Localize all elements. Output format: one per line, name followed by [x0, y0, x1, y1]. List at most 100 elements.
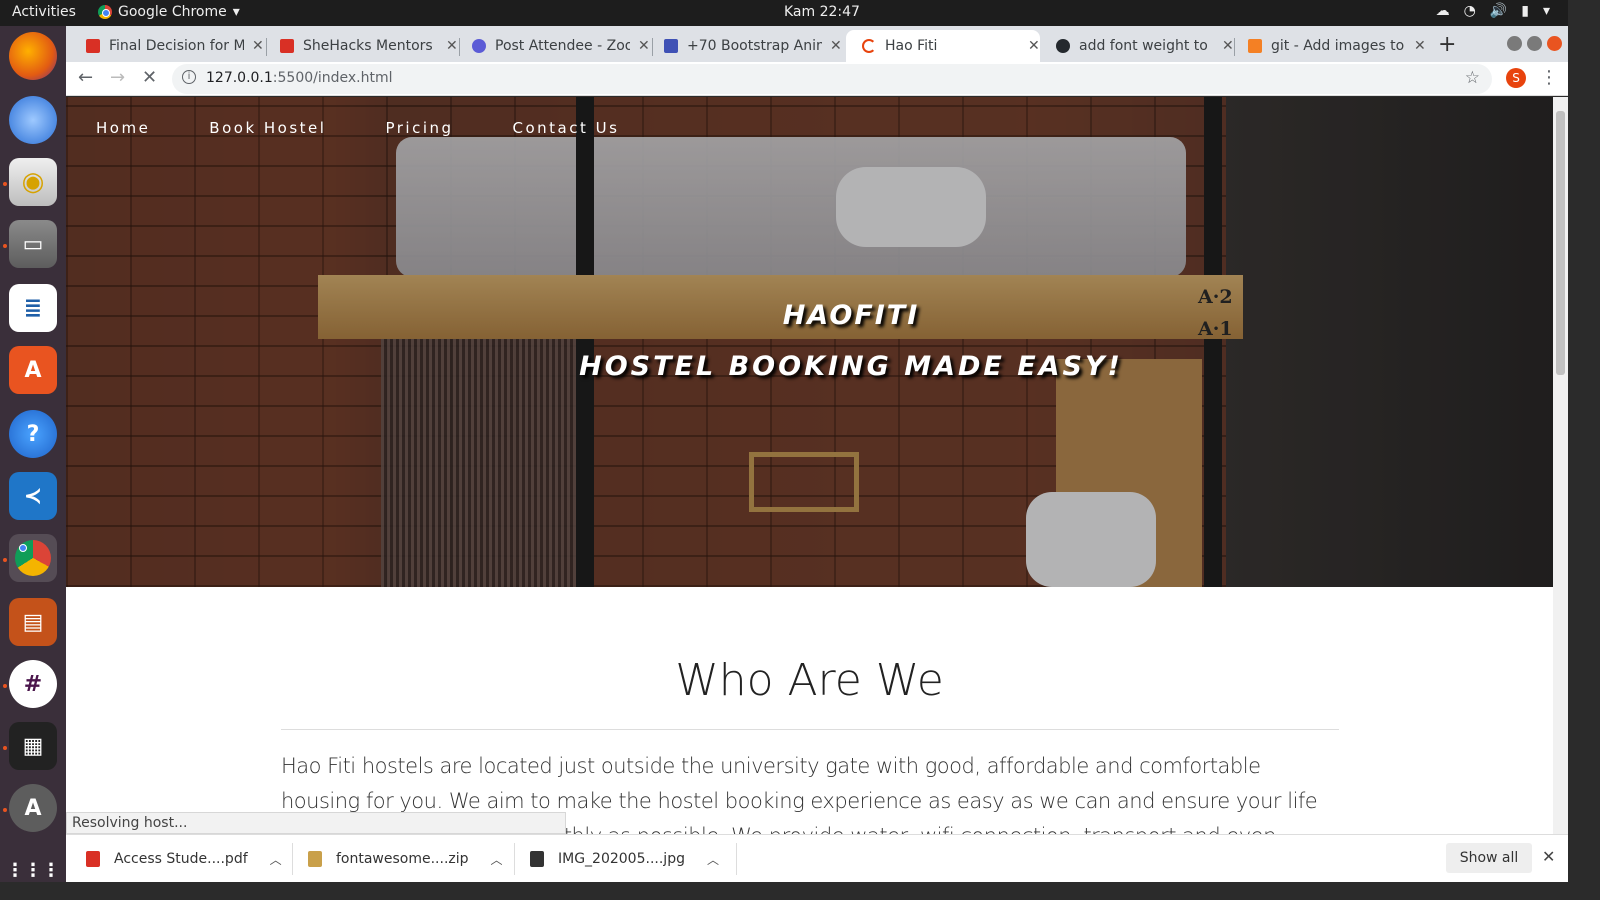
- tab-github-font-weight[interactable]: add font weight to ✕: [1040, 30, 1234, 62]
- image-file-icon: [530, 851, 544, 867]
- tab-gmail-final-decision[interactable]: Final Decision for M ✕: [70, 30, 264, 62]
- downloads-bar: Access Stude....pdf ︿ fontawesome....zip…: [66, 834, 1568, 882]
- firefox-icon[interactable]: [9, 32, 57, 80]
- zoom-icon: [472, 39, 486, 53]
- system-tray[interactable]: ☁ ◔ 🔊 ▮ ▾: [1436, 3, 1550, 19]
- ubuntu-software-icon[interactable]: A: [9, 346, 57, 394]
- scrollbar-thumb[interactable]: [1556, 111, 1565, 375]
- hero-title: HAOFITI: [782, 300, 920, 331]
- download-separator: [292, 843, 293, 875]
- maximize-button[interactable]: [1527, 36, 1542, 51]
- section-divider: [281, 729, 1339, 730]
- download-label: Access Stude....pdf: [114, 851, 248, 867]
- running-indicator: [3, 808, 7, 812]
- address-bar[interactable]: i 127.0.0.1:5500/index.html ☆: [172, 64, 1492, 94]
- gmail-icon: [280, 39, 294, 53]
- chrome-dock-icon[interactable]: [9, 534, 57, 582]
- nav-home[interactable]: Home: [96, 119, 150, 137]
- close-window-button[interactable]: [1547, 36, 1562, 51]
- browser-menu-icon[interactable]: ⋮: [1540, 67, 1558, 88]
- download-separator: [514, 843, 515, 875]
- stackoverflow-icon: [1248, 39, 1262, 53]
- back-button[interactable]: ←: [78, 67, 93, 88]
- nav-book-hostel[interactable]: Book Hostel: [209, 119, 326, 137]
- app-menu-label: Google Chrome: [118, 4, 227, 20]
- section-title: Who Are We: [675, 655, 944, 706]
- url-path: :5500/index.html: [272, 70, 393, 86]
- profile-avatar[interactable]: S: [1506, 68, 1526, 88]
- bookmark-star-icon[interactable]: ☆: [1465, 68, 1480, 88]
- tab-bootstrap-animations[interactable]: +70 Bootstrap Anim ✕: [648, 30, 842, 62]
- loading-icon: [862, 39, 876, 53]
- nav-contact-us[interactable]: Contact Us: [513, 119, 620, 137]
- url-host: 127.0.0.1: [206, 70, 273, 86]
- close-icon[interactable]: ✕: [252, 38, 264, 54]
- tab-zoom-post-attendee[interactable]: Post Attendee - Zoo ✕: [456, 30, 650, 62]
- libreoffice-impress-icon[interactable]: ▤: [9, 598, 57, 646]
- window-controls: [1507, 36, 1562, 51]
- download-item-jpg[interactable]: IMG_202005....jpg ︿: [530, 835, 719, 883]
- vscode-icon[interactable]: ≺: [9, 472, 57, 520]
- clapper-icon[interactable]: ▦: [9, 722, 57, 770]
- software-updater-icon[interactable]: A: [9, 784, 57, 832]
- chrome-icon: [98, 5, 112, 19]
- hero-overlay: [66, 97, 1553, 587]
- wifi-icon[interactable]: ◔: [1464, 3, 1476, 19]
- site-info-icon[interactable]: i: [182, 70, 196, 84]
- thunderbird-icon[interactable]: [9, 96, 57, 144]
- download-item-pdf[interactable]: Access Stude....pdf ︿: [86, 835, 282, 883]
- forward-button[interactable]: →: [110, 67, 125, 88]
- activities-button[interactable]: Activities: [12, 4, 76, 20]
- download-item-zip[interactable]: fontawesome....zip ︿: [308, 835, 503, 883]
- rhythmbox-icon[interactable]: ◉: [9, 158, 57, 206]
- weather-icon[interactable]: ☁: [1436, 3, 1450, 19]
- chevron-down-icon: ▾: [232, 4, 240, 20]
- show-all-button[interactable]: Show all: [1446, 843, 1532, 873]
- nav-pricing[interactable]: Pricing: [385, 119, 453, 137]
- chevron-down-icon[interactable]: ▾: [1543, 3, 1550, 19]
- running-indicator: [3, 684, 7, 688]
- running-indicator: [3, 244, 7, 248]
- download-separator: [736, 843, 737, 875]
- close-icon[interactable]: ✕: [1542, 847, 1555, 866]
- volume-icon[interactable]: 🔊: [1490, 3, 1507, 19]
- show-apps-icon[interactable]: ⋮⋮⋮: [6, 846, 60, 894]
- slack-icon[interactable]: #: [9, 660, 57, 708]
- libreoffice-writer-icon[interactable]: ≣: [9, 284, 57, 332]
- close-icon[interactable]: ✕: [1414, 38, 1426, 54]
- mdb-icon: [664, 39, 678, 53]
- clock[interactable]: Kam 22:47: [784, 4, 860, 20]
- battery-icon[interactable]: ▮: [1521, 3, 1529, 19]
- hero-banner: A·2 A·1 Home Book Hostel Pricing Contact…: [66, 97, 1553, 587]
- chevron-up-icon[interactable]: ︿: [491, 851, 503, 868]
- download-label: IMG_202005....jpg: [558, 851, 685, 867]
- running-indicator: [3, 182, 7, 186]
- help-icon[interactable]: ?: [9, 410, 57, 458]
- new-tab-button[interactable]: +: [1438, 32, 1456, 57]
- page-scrollbar[interactable]: [1553, 97, 1568, 834]
- hero-subtitle: HOSTEL BOOKING MADE EASY!: [579, 351, 1123, 382]
- system-top-bar: Activities Google Chrome ▾ Kam 22:47 ☁ ◔…: [0, 0, 1568, 26]
- running-indicator: [3, 558, 7, 562]
- close-icon[interactable]: ✕: [830, 38, 842, 54]
- zip-file-icon: [308, 851, 322, 867]
- github-icon: [1056, 39, 1070, 53]
- download-label: fontawesome....zip: [336, 851, 469, 867]
- browser-toolbar: ← → ✕ i 127.0.0.1:5500/index.html ☆ S ⋮: [66, 62, 1568, 96]
- close-icon[interactable]: ✕: [1028, 38, 1040, 54]
- tab-hao-fiti[interactable]: Hao Fiti ✕: [846, 30, 1040, 62]
- stop-loading-button[interactable]: ✕: [142, 67, 157, 88]
- running-indicator: [3, 746, 7, 750]
- dock: ◉ ▭ ≣ A ? ≺ ▤ # ▦ A ⋮⋮⋮: [0, 26, 66, 882]
- app-menu[interactable]: Google Chrome ▾: [98, 4, 240, 20]
- status-bubble: Resolving host...: [66, 812, 566, 834]
- page-viewport: A·2 A·1 Home Book Hostel Pricing Contact…: [66, 97, 1553, 834]
- tab-shehacks-mentors[interactable]: SheHacks Mentors ✕: [264, 30, 458, 62]
- chevron-up-icon[interactable]: ︿: [270, 851, 282, 868]
- minimize-button[interactable]: [1507, 36, 1522, 51]
- chevron-up-icon[interactable]: ︿: [707, 851, 719, 868]
- files-icon[interactable]: ▭: [9, 220, 57, 268]
- gmail-icon: [86, 39, 100, 53]
- tab-stackoverflow-git-images[interactable]: git - Add images to ✕: [1232, 30, 1426, 62]
- url-text[interactable]: 127.0.0.1:5500/index.html: [206, 70, 393, 86]
